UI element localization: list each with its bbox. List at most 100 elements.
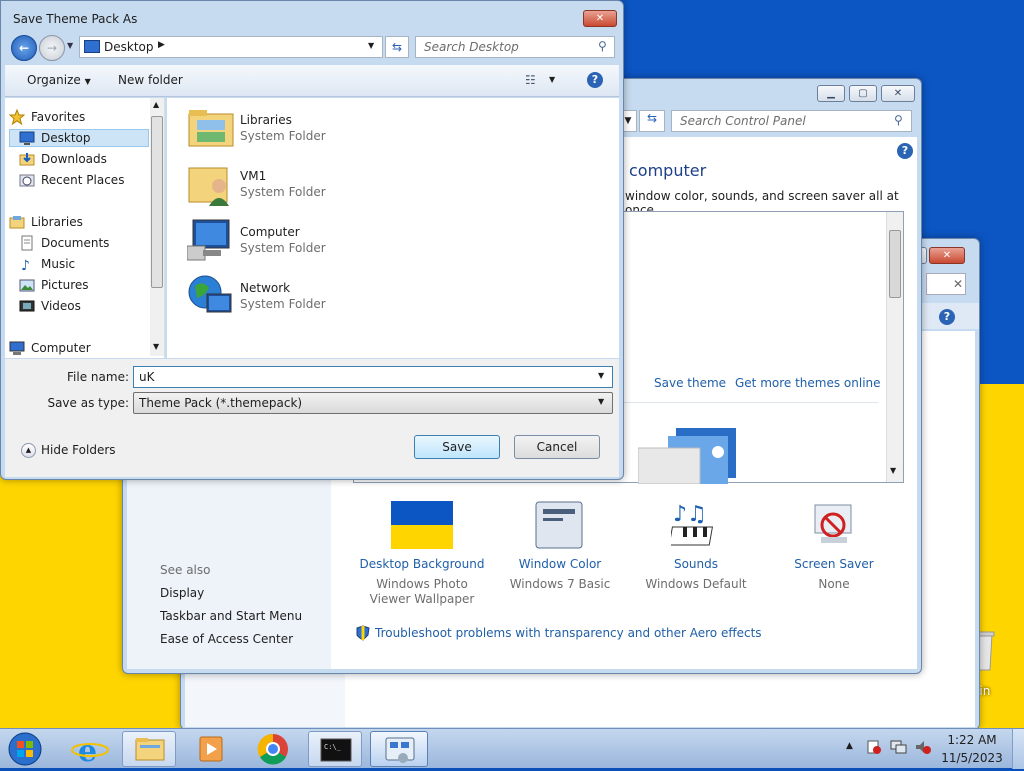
- search-input[interactable]: Search Control Panel ⚲: [671, 110, 912, 132]
- display-link[interactable]: Display: [160, 586, 204, 600]
- file-item-libraries[interactable]: Libraries System Folder: [183, 104, 383, 154]
- search-icon[interactable]: ⚲: [894, 113, 903, 127]
- refresh-icon[interactable]: ⇆: [385, 36, 409, 58]
- nav-item-music[interactable]: ♪ Music: [19, 255, 137, 274]
- minimize-button[interactable]: ▁: [817, 85, 845, 102]
- desktop-background-icon[interactable]: [391, 501, 453, 549]
- svg-text:♪: ♪: [21, 258, 30, 272]
- address-dropdown-arrow[interactable]: ▼: [368, 41, 374, 50]
- nav-scrollbar[interactable]: ▲ ▼: [150, 98, 164, 356]
- hide-folders-button[interactable]: Hide Folders: [41, 443, 116, 457]
- theme-thumbnail-icon[interactable]: [637, 426, 762, 485]
- nav-item-label: Recent Places: [41, 173, 125, 187]
- music-icon: ♪: [19, 256, 35, 274]
- save-button[interactable]: Save: [414, 435, 500, 459]
- show-desktop-button[interactable]: [1012, 729, 1024, 769]
- screen-saver-link[interactable]: Screen Saver: [767, 557, 901, 571]
- nav-item-label: Downloads: [41, 152, 107, 166]
- close-button[interactable]: ✕: [929, 247, 965, 264]
- help-icon[interactable]: ?: [939, 309, 955, 325]
- organize-button[interactable]: Organize ▼: [27, 73, 91, 87]
- network-icon[interactable]: [890, 739, 908, 755]
- nav-item-documents[interactable]: Documents: [19, 234, 137, 252]
- maximize-button[interactable]: ▢: [849, 85, 877, 102]
- view-icon[interactable]: ☷: [525, 73, 536, 87]
- ease-of-access-link[interactable]: Ease of Access Center: [160, 632, 293, 646]
- save-as-type-dropdown-arrow[interactable]: ▼: [598, 397, 604, 406]
- scrollbar-thumb[interactable]: [151, 116, 163, 288]
- search-icon[interactable]: ⚲: [598, 39, 607, 53]
- screen-saver-icon[interactable]: [811, 501, 859, 549]
- sounds-icon[interactable]: ♪♫: [668, 501, 723, 549]
- nav-item-label: Favorites: [31, 110, 86, 124]
- file-name-dropdown-arrow[interactable]: ▼: [598, 371, 604, 380]
- network-folder-icon: [187, 272, 235, 320]
- scrollbar-thumb[interactable]: [889, 230, 901, 298]
- recent-pages-arrow[interactable]: ▼: [67, 41, 73, 50]
- internet-explorer-icon[interactable]: e: [66, 731, 114, 769]
- help-icon[interactable]: ?: [897, 143, 913, 159]
- cancel-button[interactable]: Cancel: [514, 435, 600, 459]
- close-button[interactable]: ✕: [881, 85, 915, 102]
- file-name-value: uK: [139, 370, 155, 384]
- scroll-down-arrow[interactable]: ▼: [153, 342, 159, 351]
- file-name-label: File name:: [67, 370, 129, 384]
- search-input[interactable]: Search Desktop ⚲: [415, 36, 615, 58]
- help-icon[interactable]: ?: [587, 72, 603, 88]
- nav-item-pictures[interactable]: Pictures: [19, 276, 137, 294]
- file-list[interactable]: Libraries System Folder VM1 System Folder Co…: [167, 98, 619, 358]
- nav-item-computer[interactable]: Computer: [9, 339, 137, 357]
- svg-text:♪♫: ♪♫: [673, 502, 707, 527]
- nav-item-downloads[interactable]: Downloads: [19, 150, 137, 168]
- new-folder-button[interactable]: New folder: [118, 73, 183, 87]
- theme-list-scrollbar[interactable]: ▼: [886, 212, 903, 482]
- nav-item-recent-places[interactable]: Recent Places: [19, 171, 137, 189]
- clock-date[interactable]: 11/5/2023: [940, 751, 1004, 765]
- sounds-sub: Windows Default: [645, 577, 747, 591]
- nav-item-desktop[interactable]: Desktop: [19, 129, 137, 147]
- file-item-network[interactable]: Network System Folder: [183, 272, 383, 322]
- dialog-title: Save Theme Pack As: [13, 12, 138, 26]
- nav-item-videos[interactable]: Videos: [19, 297, 137, 315]
- libraries-icon: [9, 214, 25, 230]
- show-hidden-icons-arrow[interactable]: ▲: [846, 741, 853, 751]
- media-player-icon[interactable]: [184, 731, 238, 767]
- file-name-input[interactable]: uK ▼: [133, 366, 613, 388]
- clear-icon[interactable]: ✕: [953, 277, 963, 291]
- window-color-link[interactable]: Window Color: [493, 557, 627, 571]
- file-item-type: System Folder: [240, 241, 326, 255]
- hide-folders-icon[interactable]: ▲: [21, 443, 36, 458]
- get-more-themes-link[interactable]: Get more themes online: [735, 376, 881, 390]
- chrome-icon[interactable]: [246, 731, 300, 767]
- save-as-type-select[interactable]: Theme Pack (*.themepack) ▼: [133, 392, 613, 414]
- recent-places-icon: [19, 172, 35, 188]
- file-item-vm1[interactable]: VM1 System Folder: [183, 160, 383, 210]
- forward-button[interactable]: →: [39, 35, 65, 61]
- action-center-icon[interactable]: [866, 739, 882, 755]
- taskbar-start-menu-link[interactable]: Taskbar and Start Menu: [160, 609, 302, 623]
- desktop-background-link[interactable]: Desktop Background: [355, 557, 489, 571]
- troubleshoot-link[interactable]: Troubleshoot problems with transparency …: [375, 626, 762, 640]
- control-panel-taskbar-button[interactable]: [370, 731, 428, 767]
- window-color-icon[interactable]: [535, 501, 583, 549]
- file-item-computer[interactable]: Computer System Folder: [183, 216, 383, 266]
- nav-item-favorites[interactable]: Favorites: [8, 108, 137, 126]
- close-button[interactable]: ✕: [583, 10, 617, 27]
- save-theme-link[interactable]: Save theme: [654, 376, 726, 390]
- command-prompt-taskbar-button[interactable]: C:\_: [308, 731, 362, 767]
- start-button[interactable]: [4, 731, 46, 767]
- explorer-taskbar-button[interactable]: [122, 731, 176, 767]
- back-button[interactable]: ←: [11, 35, 37, 61]
- address-bar[interactable]: Desktop ▶ ▼: [79, 36, 383, 58]
- nav-item-libraries[interactable]: Libraries: [9, 213, 137, 231]
- breadcrumb-arrow[interactable]: ▶: [158, 40, 165, 50]
- scroll-down-arrow[interactable]: ▼: [890, 466, 896, 475]
- refresh-icon[interactable]: ⇆: [639, 110, 665, 132]
- downloads-icon: [19, 151, 35, 167]
- sounds-link[interactable]: Sounds: [629, 557, 763, 571]
- view-dropdown-arrow[interactable]: ▼: [549, 75, 555, 84]
- volume-muted-icon[interactable]: [914, 739, 932, 755]
- search-placeholder: Search Desktop: [424, 40, 519, 54]
- clock-time[interactable]: 1:22 AM: [944, 733, 1000, 747]
- scroll-up-arrow[interactable]: ▲: [153, 100, 159, 109]
